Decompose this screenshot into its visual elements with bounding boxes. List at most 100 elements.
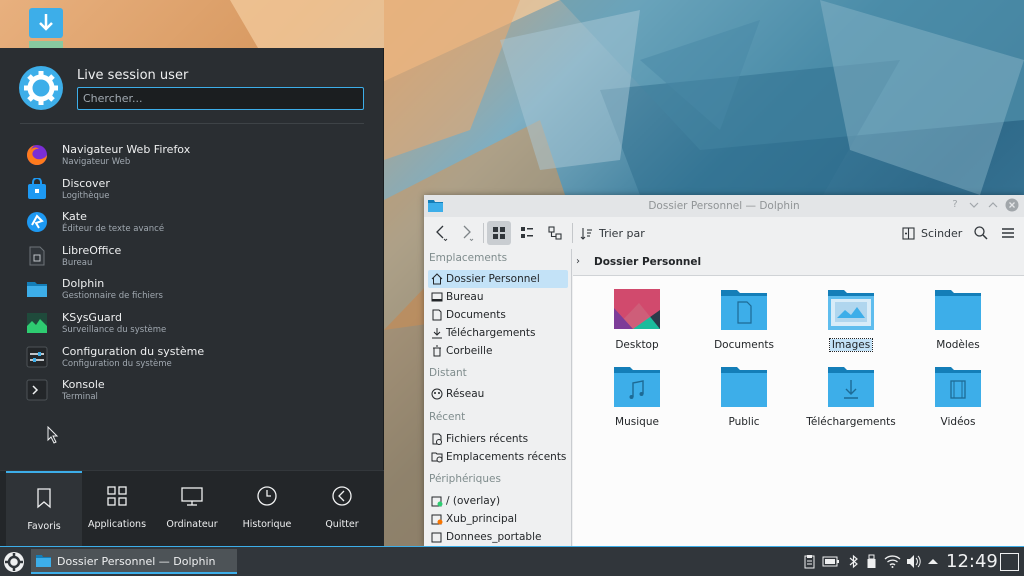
folder-templates[interactable]: Modèles [906,288,1010,358]
folder-videos[interactable]: Vidéos [906,365,1010,435]
place-documents[interactable]: Documents [428,306,568,324]
place-trash[interactable]: Corbeille [428,342,568,360]
app-name: Configuration du système [62,344,205,358]
recent-files-icon [431,433,443,445]
breadcrumb[interactable]: › Dossier Personnel [573,249,1024,275]
bluetooth-icon[interactable] [846,554,861,569]
drive-icon [431,531,443,543]
tab-label: Ordinateur [166,519,218,530]
tab-applications[interactable]: Applications [79,471,155,547]
place-overlay[interactable]: / (overlay) [428,492,568,510]
clipboard-icon[interactable] [802,554,817,569]
place-xub-principal[interactable]: Xub_principal [428,510,568,528]
window-titlebar[interactable]: Dossier Personnel — Dolphin ? [424,195,1024,217]
clock-icon [256,485,278,507]
close-button[interactable] [1005,198,1019,212]
split-button[interactable]: Scinder [902,221,964,245]
app-item-discover[interactable]: Discover Logithèque [0,174,384,208]
app-item-dolphin[interactable]: Dolphin Gestionnaire de fichiers [0,274,384,308]
place-label: Documents [446,309,506,321]
desktop-download-icon[interactable] [28,8,64,48]
app-name: Dolphin [62,277,105,291]
launcher-tab-bar: Favoris Applications Ordinateur Historiq… [0,470,384,547]
pictures-folder-icon [827,288,875,332]
folder-music[interactable]: Musique [585,365,689,435]
minimize-button[interactable] [967,198,981,212]
show-desktop-button[interactable] [1000,553,1019,571]
app-item-kate[interactable]: Kate Éditeur de texte avancé [0,207,384,241]
launcher-header: Live session user [0,48,383,124]
app-item-libreoffice[interactable]: LibreOffice Bureau [0,241,384,275]
dolphin-icon [26,278,48,300]
app-item-system-settings[interactable]: Configuration du système Configuration d… [0,342,384,376]
file-label: Images [799,338,903,352]
place-home[interactable]: Dossier Personnel [428,270,568,288]
usb-device-icon[interactable] [864,554,879,569]
folder-downloads[interactable]: Téléchargements [799,365,903,435]
kate-icon [26,211,48,233]
place-downloads[interactable]: Téléchargements [428,324,568,342]
file-label: Public [728,416,760,428]
file-label-text: Images [828,338,874,352]
app-desc: Gestionnaire de fichiers [62,291,163,302]
task-dolphin[interactable]: Dossier Personnel — Dolphin [31,549,237,574]
menu-button[interactable] [997,221,1019,245]
place-donnees-portable[interactable]: Donnees_portable [428,528,568,546]
tab-favorites[interactable]: Favoris [6,471,82,547]
tray-expand-arrow-icon[interactable] [927,554,939,569]
templates-folder-icon [934,288,982,332]
split-view-icon [902,226,915,240]
download-icon [431,327,443,339]
desktop-folder-icon [613,288,661,332]
tab-history[interactable]: Historique [229,471,305,547]
place-desktop[interactable]: Bureau [428,288,568,306]
forward-button[interactable] [456,221,478,245]
wifi-icon[interactable] [884,554,901,569]
app-item-firefox[interactable]: Navigateur Web Firefox Navigateur Web [0,140,384,174]
place-label: Dossier Personnel [446,273,540,285]
toolbar-separator [483,223,484,243]
details-view-button[interactable] [543,221,567,245]
folder-public[interactable]: Public [692,365,796,435]
discover-icon [26,176,48,200]
place-recent-locations[interactable]: Emplacements récents [428,448,568,466]
tab-leave[interactable]: Quitter [304,471,380,547]
dolphin-window: Dossier Personnel — Dolphin ? Trier par … [424,195,1024,546]
clock[interactable]: 12:49 [946,551,998,572]
place-label: / (overlay) [446,495,501,507]
grid-icon [106,485,128,507]
tab-computer[interactable]: Ordinateur [154,471,230,547]
places-panel: Emplacements Dossier Personnel Bureau Do… [424,249,572,546]
search-button[interactable] [970,221,992,245]
back-icon [436,225,448,242]
place-network[interactable]: Réseau [428,385,568,403]
compact-view-button[interactable] [515,221,539,245]
application-launcher-button[interactable] [3,551,25,573]
application-launcher: Live session user Navigateur Web Firefox… [0,48,384,547]
document-icon [431,309,443,321]
app-item-konsole[interactable]: Konsole Terminal [0,375,384,409]
public-folder-icon [720,365,768,409]
app-desc: Surveillance du système [62,324,167,335]
sort-button[interactable]: Trier par [580,221,650,245]
place-label: Emplacements récents [446,451,567,463]
breadcrumb-current[interactable]: Dossier Personnel [594,256,701,268]
folder-images[interactable]: Images [799,288,903,358]
battery-icon[interactable] [822,554,840,569]
documents-folder-icon [720,288,768,332]
search-input[interactable] [77,87,364,110]
folder-icon [36,555,51,567]
app-name: Kate [62,210,87,224]
folder-desktop[interactable]: Desktop [585,288,689,358]
help-icon[interactable]: ? [948,198,962,212]
app-item-ksysguard[interactable]: KSysGuard Surveillance du système [0,308,384,342]
maximize-button[interactable] [986,198,1000,212]
folder-documents[interactable]: Documents [692,288,796,358]
back-button[interactable] [430,221,452,245]
favorites-list: Navigateur Web Firefox Navigateur Web Di… [0,140,384,409]
volume-icon[interactable] [906,554,921,569]
recent-locations-icon [431,451,443,463]
place-recent-files[interactable]: Fichiers récents [428,430,568,448]
chevron-right-icon[interactable]: › [576,256,580,267]
icons-view-button[interactable] [487,221,511,245]
